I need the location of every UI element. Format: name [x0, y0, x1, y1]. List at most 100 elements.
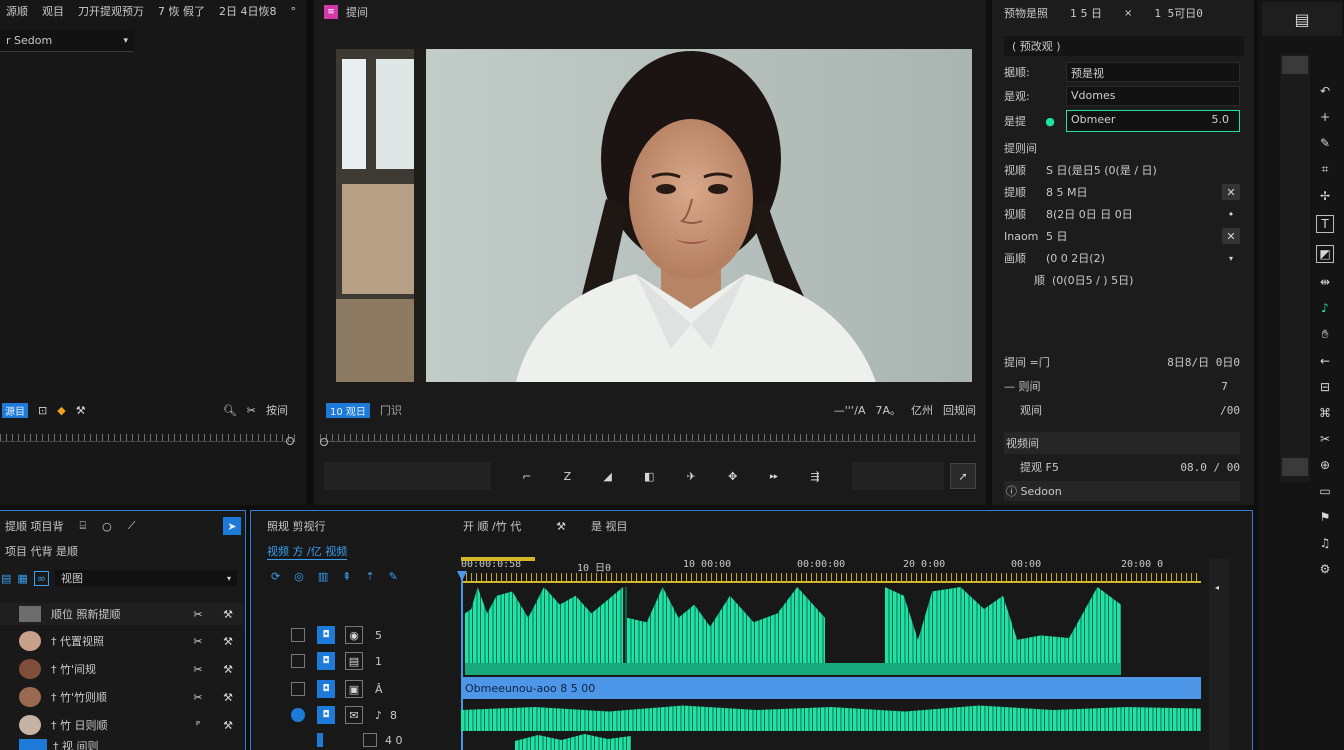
inspector-row2-value[interactable]: 08.0 / 00	[1180, 461, 1240, 474]
reset-icon[interactable]: ✕	[1222, 184, 1240, 200]
wrench-icon[interactable]: ⚒	[213, 608, 243, 621]
program-right-3[interactable]: 亿州	[911, 402, 933, 418]
inspector-subtab[interactable]: 1 5 日	[1070, 5, 1102, 21]
lock-icon[interactable]: ▤	[345, 652, 363, 670]
snap-icon[interactable]: ⟳	[271, 570, 280, 583]
keyframe-icon[interactable]: ♪	[375, 709, 382, 722]
bottom-row-value[interactable]: /00	[1220, 404, 1240, 417]
list-view-icon[interactable]: ▤	[1, 572, 11, 585]
bottom-row-value[interactable]: 7	[1221, 380, 1228, 393]
pen-icon[interactable]: ✎	[389, 570, 398, 583]
go-to-in-icon[interactable]: ◢	[603, 470, 611, 483]
audio-icon[interactable]: ♪	[1321, 301, 1329, 315]
program-scrubber[interactable]	[320, 434, 976, 442]
back-icon[interactable]: ←	[1320, 354, 1330, 368]
source-tab-3[interactable]: 刀开提观预万	[78, 3, 144, 19]
audio-clip-5[interactable]	[515, 733, 631, 750]
track-target[interactable]: ◘	[317, 652, 335, 670]
mail-icon[interactable]: ✉	[345, 706, 363, 724]
prop-value[interactable]: 8 5 M日	[1046, 184, 1222, 200]
audio-clip-1[interactable]	[465, 587, 623, 675]
select-tool-icon[interactable]: ➤	[223, 517, 241, 535]
inspector-section2[interactable]: 视频间	[1004, 432, 1240, 454]
program-fit-label[interactable]: 冂识	[380, 402, 402, 418]
wrench-icon[interactable]: ⚒	[213, 719, 243, 732]
image-icon[interactable]: ▣	[345, 680, 363, 698]
list-item[interactable]: † 代置视照 ✂ ⚒	[0, 629, 243, 653]
mark-out-icon[interactable]: Z	[564, 470, 572, 483]
markers-icon[interactable]: ▥	[318, 570, 328, 583]
marker-in-icon[interactable]: ⊡	[38, 404, 47, 417]
caption-icon[interactable]: ▭	[1319, 484, 1330, 498]
bottom-row-value[interactable]: 8日8/日 0日0	[1167, 354, 1240, 370]
audio-clip-3[interactable]	[885, 587, 1121, 675]
timeline-wrench-icon[interactable]: ⚒	[531, 520, 591, 533]
list-item[interactable]: † 竹'竹则顺 ✂ ⚒	[0, 685, 243, 709]
text-tool-icon[interactable]: T	[1316, 215, 1334, 233]
inspector-row-2-field[interactable]: Vdomes	[1066, 86, 1240, 106]
audio-clip-2[interactable]	[625, 587, 825, 675]
color-drop-icon[interactable]: ●	[1034, 115, 1066, 128]
prop-value[interactable]: S 日(是日5 (0(是 / 日)	[1046, 162, 1240, 178]
wrench-icon[interactable]: ⚒	[76, 404, 86, 417]
list-item[interactable]: 顺位 照新提顺 ✂ ⚒	[0, 603, 243, 625]
program-title[interactable]: 提间	[346, 4, 368, 20]
source-scrubber-handle[interactable]	[286, 437, 294, 445]
track-target[interactable]: ◘	[317, 626, 335, 644]
work-area-bar[interactable]	[461, 557, 535, 561]
track-target[interactable]: ◘	[317, 680, 335, 698]
crop-icon[interactable]: ⌗	[1322, 162, 1329, 177]
meter-handle-top[interactable]	[1282, 56, 1308, 74]
razor-icon[interactable]: ✂	[1320, 432, 1330, 446]
prop-value[interactable]: (0(0日5 / ) 5日)	[1052, 272, 1240, 288]
time-ruler[interactable]: 00:00:0:58 10 日0 10 00:00 00:00:00 20 0:…	[461, 557, 1201, 585]
mic-icon[interactable]: ♫	[1320, 536, 1331, 550]
track-target-icon[interactable]: ⇞	[342, 570, 351, 583]
list-item[interactable]: † 竹 日则顺 ᴾ ⚒	[0, 713, 243, 737]
prop-value[interactable]: (0 0 2日(2)	[1046, 250, 1222, 266]
audio-clip-4[interactable]	[461, 701, 1201, 731]
pin-icon[interactable]: ⟋	[128, 519, 136, 533]
pen-icon[interactable]: ✎	[1320, 136, 1330, 150]
video-frame[interactable]	[336, 49, 972, 382]
eye-icon[interactable]: ◉	[345, 626, 363, 644]
shape-icon[interactable]: ◩	[1316, 245, 1334, 263]
freeform-view-icon[interactable]: ∞	[33, 570, 49, 586]
track-toggle[interactable]	[291, 628, 305, 642]
slip-icon[interactable]: ⇹	[1320, 275, 1330, 289]
track-target[interactable]	[317, 733, 323, 747]
inspector-footer[interactable]: ⓘ Sedoon	[1004, 481, 1240, 501]
wrench-icon[interactable]: ⚒	[213, 663, 243, 676]
source-tab-1[interactable]: 源顺	[6, 3, 28, 19]
export-frame-icon[interactable]: ✂	[247, 404, 256, 417]
list-item[interactable]: † 竹'间规 ✂ ⚒	[0, 657, 243, 681]
program-right-2[interactable]: 7A。	[875, 402, 901, 418]
folder-icon[interactable]: ⌸	[80, 519, 87, 533]
source-tab-2[interactable]: 观目	[42, 3, 64, 19]
keyframe-icon[interactable]: ᴾ	[183, 719, 213, 732]
track-target[interactable]: ◘	[317, 706, 335, 724]
track-toggle[interactable]	[291, 654, 305, 668]
wrench-icon[interactable]: ⚒	[213, 635, 243, 648]
source-badge[interactable]: 源目	[2, 402, 28, 418]
reset-icon[interactable]: ✕	[1222, 228, 1240, 244]
scissor-icon[interactable]: ✂	[183, 635, 213, 648]
undo-icon[interactable]: ↶	[1320, 84, 1330, 98]
timeline-tab[interactable]: 视频 方 /亿 视频	[267, 543, 348, 560]
square-icon[interactable]	[363, 733, 377, 747]
export-frame-button[interactable]: ➚	[950, 463, 976, 489]
prop-value[interactable]: 5 日	[1046, 228, 1222, 244]
link-icon[interactable]: ⌘	[1319, 406, 1331, 420]
timeline-scrollbar[interactable]: ◂	[1209, 559, 1229, 750]
prop-value[interactable]: 8(2日 0日 日 0日	[1046, 206, 1222, 222]
scissor-icon[interactable]: ✂	[183, 691, 213, 704]
hand-icon[interactable]: ✋︎	[1322, 327, 1329, 342]
go-to-out-icon[interactable]: ⏩︎	[770, 469, 779, 483]
circle-icon[interactable]: ○	[102, 520, 112, 533]
meter-handle-bottom[interactable]	[1282, 458, 1308, 476]
grid-view-icon[interactable]: ▦	[17, 572, 27, 585]
scissor-icon[interactable]: ✂	[183, 663, 213, 676]
program-scrubber-in-marker[interactable]	[320, 438, 328, 446]
ripple-icon[interactable]: ✢	[1320, 189, 1330, 203]
inspector-row-1-field[interactable]: 预是视	[1066, 62, 1240, 82]
